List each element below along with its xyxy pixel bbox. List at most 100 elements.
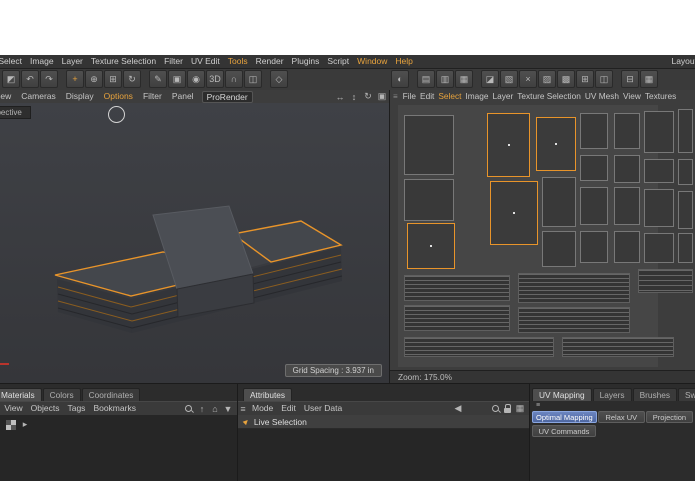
menu-user-data[interactable]: User Data — [300, 402, 346, 415]
tab-materials[interactable]: Materials — [0, 388, 42, 401]
menu-render[interactable]: Render — [252, 55, 288, 68]
menu-view[interactable]: View — [621, 90, 643, 103]
menu-edit[interactable]: Edit — [418, 90, 436, 103]
menu-tags[interactable]: Tags — [63, 402, 89, 415]
uv-strip-island[interactable] — [518, 307, 630, 333]
projection-button[interactable]: Projection — [645, 411, 694, 423]
search-icon[interactable] — [491, 404, 501, 414]
tab-uv-mapping[interactable]: UV Mapping — [532, 388, 592, 401]
mirror-tool-icon[interactable]: ◫ — [244, 70, 262, 88]
tab-colors[interactable]: Colors — [42, 388, 81, 401]
uv-mirror-icon[interactable]: ◫ — [595, 70, 613, 88]
tab-layers[interactable]: Layers — [592, 388, 632, 401]
uv-edges-mode-icon[interactable]: ▥ — [436, 70, 454, 88]
menu-bookmarks[interactable]: Bookmarks — [89, 402, 140, 415]
panel-grip-icon[interactable]: ≡ — [390, 92, 401, 101]
active-tool-row[interactable]: ► Live Selection — [238, 415, 529, 429]
uv-strip-island[interactable] — [404, 337, 554, 357]
relax-uv-button[interactable]: Relax UV — [597, 411, 645, 423]
uv-island[interactable] — [678, 233, 693, 263]
uv-points-mode-icon[interactable]: ▤ — [417, 70, 435, 88]
materials-content[interactable]: ▸ — [0, 415, 237, 481]
menu-image[interactable]: Image — [463, 90, 490, 103]
projection-paint-icon[interactable]: ▣ — [168, 70, 186, 88]
uv-grid-icon[interactable]: ▦ — [640, 70, 658, 88]
uv-island[interactable] — [487, 113, 530, 177]
undo-icon[interactable]: ↶ — [21, 70, 39, 88]
uv-island[interactable] — [644, 233, 674, 263]
uv-island[interactable] — [644, 111, 674, 153]
menu-mode[interactable]: Mode — [248, 402, 277, 415]
history-back-icon[interactable]: ◀ — [453, 403, 463, 414]
uv-align-icon[interactable]: ⊞ — [576, 70, 594, 88]
3d-viewport[interactable]: Perspective Grid Spacing : 3.937 in — [0, 103, 390, 383]
panel-grip-icon[interactable]: ≡ — [533, 402, 543, 410]
redo-icon[interactable]: ↷ — [40, 70, 58, 88]
uv-editor-canvas[interactable] — [390, 103, 695, 370]
uv-island[interactable] — [407, 223, 455, 269]
uv-relax-icon[interactable]: ▨ — [538, 70, 556, 88]
uv-transform-icon[interactable]: ◪ — [481, 70, 499, 88]
menu-texture-selection[interactable]: Texture Selection — [515, 90, 583, 103]
uv-island[interactable] — [404, 179, 454, 221]
menu-window[interactable]: Window — [353, 55, 391, 68]
lock-icon[interactable] — [504, 403, 512, 414]
tab-coordinates[interactable]: Coordinates — [81, 388, 141, 401]
menu-objects[interactable]: Objects — [27, 402, 64, 415]
menu-image[interactable]: Image — [26, 55, 58, 68]
mode-icon[interactable]: ◩ — [2, 70, 20, 88]
uv-island[interactable] — [678, 191, 693, 229]
uv-checkerboard-icon[interactable]: ◐ — [391, 70, 409, 88]
menu-plugins[interactable]: Plugins — [288, 55, 324, 68]
uv-island[interactable] — [580, 187, 608, 225]
menu-view[interactable]: View — [0, 90, 16, 103]
menu-texture-selection[interactable]: Texture Selection — [87, 55, 160, 68]
uv-island[interactable] — [536, 117, 576, 171]
rotate-tool-icon[interactable]: ↻ — [123, 70, 141, 88]
menu-select[interactable]: Select — [436, 90, 463, 103]
uv-island[interactable] — [580, 231, 608, 263]
uv-island[interactable] — [542, 177, 576, 227]
optimal-mapping-button[interactable]: Optimal Mapping — [532, 411, 597, 423]
uv-island[interactable] — [644, 189, 674, 227]
axis-lock-icon[interactable]: ◇ — [270, 70, 288, 88]
pan-view-icon[interactable]: ↔ — [334, 90, 346, 103]
menu-script[interactable]: Script — [323, 55, 353, 68]
maximize-view-icon[interactable]: ▣ — [376, 90, 388, 103]
menu-tools[interactable]: Tools — [224, 55, 252, 68]
menu-prorender[interactable]: ProRender — [201, 90, 253, 103]
uv-pack-icon[interactable]: ▩ — [557, 70, 575, 88]
menu-select[interactable]: Select — [0, 55, 26, 68]
tab-brushes[interactable]: Brushes — [632, 388, 678, 401]
live-selection-tool-icon[interactable]: + — [66, 70, 84, 88]
menu-help[interactable]: Help — [391, 55, 416, 68]
raybrush-icon[interactable]: ◉ — [187, 70, 205, 88]
scale-tool-icon[interactable]: ⊞ — [104, 70, 122, 88]
search-icon[interactable] — [184, 404, 194, 414]
viewport-camera-tab[interactable]: Perspective — [0, 106, 31, 119]
menu-filter[interactable]: Filter — [138, 90, 167, 103]
uv-island[interactable] — [542, 231, 576, 267]
uv-island[interactable] — [614, 187, 640, 225]
layout-menu[interactable]: Layout — [667, 55, 695, 68]
menu-uv-mesh[interactable]: UV Mesh — [583, 90, 621, 103]
menu-options[interactable]: Options — [99, 90, 138, 103]
menu-cameras[interactable]: Cameras — [16, 90, 60, 103]
menu-edit[interactable]: Edit — [277, 402, 300, 415]
home-icon[interactable]: ⌂ — [210, 403, 220, 414]
uv-island[interactable] — [580, 155, 608, 181]
uv-island[interactable] — [614, 155, 640, 183]
paint-wizard-icon[interactable]: ✎ — [149, 70, 167, 88]
3d-paint-icon[interactable]: 3D — [206, 70, 224, 88]
menu-grip-icon[interactable]: ≡ — [238, 403, 248, 414]
uv-commands-button[interactable]: UV Commands — [532, 425, 596, 437]
menu-uv-edit[interactable]: UV Edit — [187, 55, 224, 68]
menu-display[interactable]: Display — [61, 90, 99, 103]
uv-strip-island[interactable] — [638, 269, 693, 293]
filter-icon[interactable]: ▼ — [223, 403, 233, 414]
uv-island[interactable] — [614, 113, 640, 149]
uv-strip-island[interactable] — [518, 273, 630, 303]
menu-filter[interactable]: Filter — [160, 55, 187, 68]
menu-layer[interactable]: Layer — [58, 55, 87, 68]
uv-island[interactable] — [580, 113, 608, 149]
